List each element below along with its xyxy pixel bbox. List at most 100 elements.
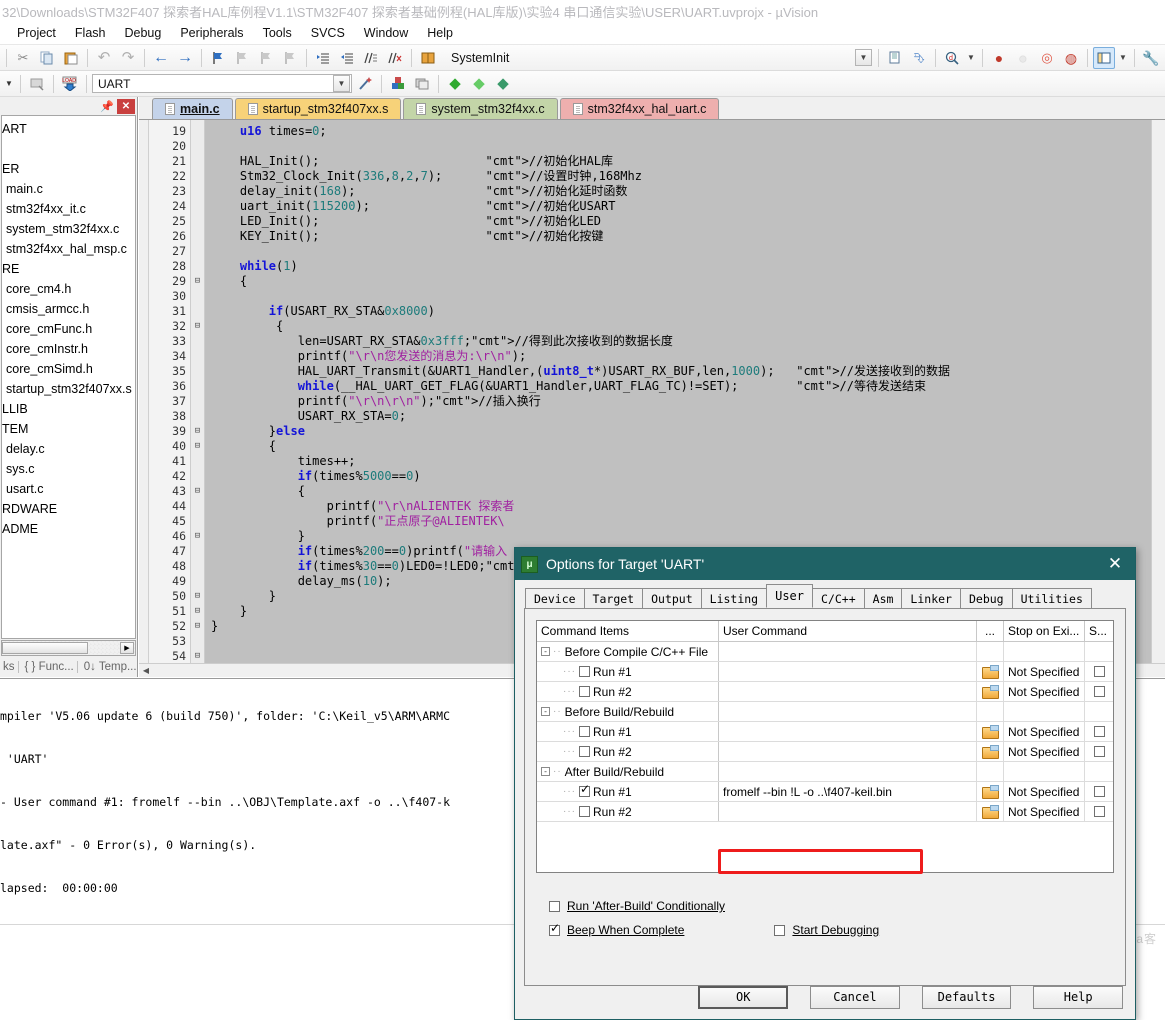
cell-stop-on-exit[interactable] [1004, 642, 1085, 661]
collapse-icon[interactable]: - [541, 647, 550, 656]
command-item-node[interactable]: ··· Run #1 [541, 725, 632, 739]
layout-dropdown-icon[interactable]: ▼ [1117, 47, 1129, 69]
target-combo[interactable]: UART ▼ [92, 74, 352, 93]
fold-marker[interactable]: ⊟ [191, 604, 204, 619]
pin-icon[interactable]: 📌 [99, 99, 115, 114]
fold-marker[interactable] [191, 139, 204, 154]
column-header-command-items[interactable]: Command Items [537, 621, 719, 641]
run-after-build-conditionally-checkbox-row[interactable]: Run 'After-Build' Conditionally [549, 899, 725, 913]
bookmark-prev-icon[interactable] [231, 47, 253, 69]
cell-user-command[interactable] [719, 682, 977, 701]
scrollbar-thumb[interactable] [2, 642, 88, 654]
run-after-build-conditionally-checkbox[interactable] [549, 900, 560, 912]
tab-linker[interactable]: Linker [901, 588, 961, 608]
tree-item-usart-c[interactable]: usart.c [2, 479, 135, 499]
spawn-checkbox[interactable] [1093, 726, 1105, 737]
start-debugging-checkbox[interactable] [774, 924, 786, 936]
cut-icon[interactable]: ✂ [12, 47, 34, 69]
tree-item-system-stm32f4xx-c[interactable]: system_stm32f4xx.c [2, 219, 135, 239]
project-tree[interactable]: ART ER main.c stm32f4xx_it.c system_stm3… [1, 115, 136, 639]
tree-group-system[interactable]: TEM [2, 419, 135, 439]
breakpoint-disable-all-icon[interactable]: ◍ [1060, 47, 1082, 69]
editor-tab-stm32f4xx-hal-uart-c[interactable]: stm32f4xx_hal_uart.c [559, 98, 720, 119]
fold-marker[interactable] [191, 409, 204, 424]
pane-tab-books[interactable]: ks [0, 661, 19, 673]
help-button[interactable]: Help [1033, 985, 1123, 1009]
fold-marker[interactable] [191, 199, 204, 214]
table-row[interactable]: ··· Run #1 Not Specified [537, 662, 1113, 682]
fold-marker[interactable] [191, 514, 204, 529]
fold-marker[interactable] [191, 334, 204, 349]
fold-marker[interactable] [191, 364, 204, 379]
tab-user[interactable]: User [766, 584, 814, 608]
cell-stop-on-exit[interactable]: Not Specified [1004, 802, 1085, 821]
cell-browse[interactable] [977, 682, 1004, 701]
project-tree-hscrollbar[interactable]: ▶ [1, 640, 136, 656]
cell-browse[interactable] [977, 802, 1004, 821]
fold-marker[interactable] [191, 454, 204, 469]
magnifier-dropdown-icon[interactable]: ▼ [965, 47, 977, 69]
scroll-left-icon[interactable]: ◀ [139, 666, 153, 675]
fold-marker[interactable] [191, 289, 204, 304]
code-fold-column[interactable]: ⊟ ⊟ ⊟ ⊟ ⊟ ⊟ ⊟ ⊟ ⊟ ⊟ [191, 120, 205, 677]
cell-stop-on-exit[interactable] [1004, 762, 1085, 781]
fold-marker[interactable] [191, 259, 204, 274]
tree-group-readme[interactable]: ADME [2, 519, 135, 539]
manage-runtime-icon[interactable]: ◆ [468, 73, 490, 95]
fold-marker[interactable] [191, 154, 204, 169]
tree-item-core-cm4-h[interactable]: core_cm4.h [2, 279, 135, 299]
file-properties-icon[interactable] [884, 47, 906, 69]
tree-expander-node[interactable]: - ·· Before Build/Rebuild [541, 705, 674, 719]
cell-spawn[interactable] [1085, 782, 1113, 801]
batch-build-icon[interactable] [26, 73, 48, 95]
menu-item-tools[interactable]: Tools [254, 23, 301, 43]
navigate-forward-icon[interactable]: → [174, 47, 196, 69]
fold-marker[interactable] [191, 559, 204, 574]
spawn-checkbox[interactable] [1093, 806, 1105, 817]
cell-command-item[interactable]: ··· Run #1 [537, 722, 719, 741]
tree-item-startup-stm32f407xx-s[interactable]: startup_stm32f407xx.s [2, 379, 135, 399]
cell-user-command[interactable] [719, 802, 977, 821]
fold-marker[interactable] [191, 304, 204, 319]
spawn-checkbox[interactable] [1093, 666, 1105, 677]
table-row[interactable]: ··· Run #2 Not Specified [537, 742, 1113, 762]
fold-marker[interactable] [191, 499, 204, 514]
chevron-down-icon[interactable]: ▼ [855, 49, 872, 66]
command-enable-checkbox[interactable] [579, 806, 590, 817]
svcs-icon[interactable]: ◆ [492, 73, 514, 95]
browse-folder-icon[interactable] [982, 665, 999, 679]
command-item-node[interactable]: ··· Run #2 [541, 805, 632, 819]
cell-stop-on-exit[interactable]: Not Specified [1004, 682, 1085, 701]
cell-command-item[interactable]: ··· Run #2 [537, 802, 719, 821]
collapse-icon[interactable]: - [541, 767, 550, 776]
ok-button[interactable]: OK [698, 985, 789, 1009]
function-combo[interactable]: ▼ [850, 48, 873, 67]
cell-stop-on-exit[interactable]: Not Specified [1004, 662, 1085, 681]
fold-marker[interactable]: ⊟ [191, 484, 204, 499]
tree-item-core-cmsimd-h[interactable]: core_cmSimd.h [2, 359, 135, 379]
fold-marker[interactable]: ⊟ [191, 439, 204, 454]
tab-target[interactable]: Target [583, 588, 644, 608]
bookmark-next-icon[interactable] [255, 47, 277, 69]
table-row[interactable]: - ·· Before Build/Rebuild [537, 702, 1113, 722]
fold-marker[interactable]: ⊟ [191, 424, 204, 439]
cell-spawn[interactable] [1085, 662, 1113, 681]
cell-browse[interactable] [977, 762, 1004, 781]
cell-stop-on-exit[interactable] [1004, 702, 1085, 721]
tree-item-stm32f4xx-it-c[interactable]: stm32f4xx_it.c [2, 199, 135, 219]
cell-browse[interactable] [977, 742, 1004, 761]
menu-item-debug[interactable]: Debug [115, 23, 170, 43]
fold-marker[interactable]: ⊟ [191, 274, 204, 289]
cell-user-command[interactable]: fromelf --bin !L -o ..\f407-keil.bin [719, 782, 977, 801]
tab-asm[interactable]: Asm [863, 588, 903, 608]
fold-marker[interactable] [191, 229, 204, 244]
cell-command-item[interactable]: ··· Run #1 [537, 662, 719, 681]
redo-icon[interactable]: ↷ [117, 47, 139, 69]
comment-icon[interactable] [360, 47, 382, 69]
table-row[interactable]: - ·· After Build/Rebuild [537, 762, 1113, 782]
editor-tab-startup-stm32f407xx-s[interactable]: startup_stm32f407xx.s [234, 98, 402, 119]
browse-folder-icon[interactable] [982, 805, 999, 819]
cell-spawn[interactable] [1085, 802, 1113, 821]
navigate-back-icon[interactable]: ← [150, 47, 172, 69]
download-icon[interactable]: LOAD [59, 73, 81, 95]
